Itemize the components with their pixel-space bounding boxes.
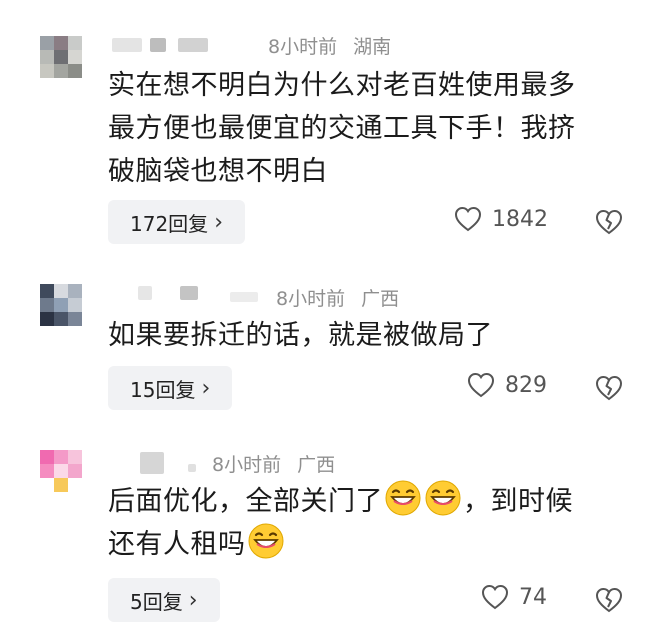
comment-location: 广西 [297,454,336,476]
like-count: 829 [505,372,547,398]
heart-outline-icon [481,584,509,610]
username-blurred[interactable] [140,452,164,474]
like-count: 1842 [492,206,548,232]
comment-text-segment: 还有人租吗 [108,529,246,560]
heart-outline-icon [467,372,495,398]
reply-count-label: 5回复 [130,589,183,614]
username-blurred[interactable] [178,38,208,52]
comment-text-line: 如果要拆迁的话，就是被做局了 [108,320,493,351]
username-blurred[interactable] [150,38,166,52]
reply-count-label: 172回复 [130,211,209,236]
like-button[interactable]: 74 [481,584,547,610]
reply-count-label: 15回复 [130,377,196,402]
broken-heart-icon[interactable] [595,587,623,613]
username-blurred[interactable] [188,464,196,472]
username-blurred[interactable] [230,292,258,302]
broken-heart-icon[interactable] [595,375,623,401]
broken-heart-icon[interactable] [595,209,623,235]
avatar[interactable] [40,450,82,492]
comment-text-segment: 后面优化，全部关门了 [108,486,383,517]
comment-location: 湖南 [353,36,392,58]
like-count: 74 [519,584,547,610]
chevron-right-icon: › [188,587,198,613]
heart-outline-icon [454,206,482,232]
comment-text-line: 破脑袋也想不明白 [108,156,328,187]
grinning-face-emoji [385,480,421,516]
avatar[interactable] [40,284,82,326]
comment-text: 如果要拆迁的话，就是被做局了 [108,314,628,357]
view-replies-button[interactable]: 172回复 › [108,200,245,244]
username-blurred[interactable] [112,38,142,52]
comment-time: 8小时前 [276,288,346,310]
comment-text-line: 后面优化，全部关门了 ，到时候 [108,480,628,523]
comment-text-segment: ，到时候 [463,486,573,517]
comment-meta: 8小时前 湖南 [268,32,391,59]
view-replies-button[interactable]: 15回复 › [108,366,233,410]
comment-location: 广西 [361,288,400,310]
avatar[interactable] [40,36,82,78]
chevron-right-icon: › [201,375,211,401]
comment-meta: 8小时前 广西 [276,284,399,311]
comment-text: 后面优化，全部关门了 ，到时候 还有人租吗 [108,480,628,566]
comment-text-line: 实在想不明白为什么对老百姓使用最多 [108,70,576,101]
grinning-face-emoji [248,523,283,559]
comment-text: 实在想不明白为什么对老百姓使用最多 最方便也最便宜的交通工具下手！我挤 破脑袋也… [108,64,628,193]
username-blurred[interactable] [138,286,152,300]
comment-meta: 8小时前 广西 [212,450,335,477]
comment-text-line: 还有人租吗 [108,523,628,566]
comment-time: 8小时前 [268,36,338,58]
like-button[interactable]: 829 [467,372,547,398]
grinning-face-emoji [425,480,461,516]
comment-text-line: 最方便也最便宜的交通工具下手！我挤 [108,113,576,144]
chevron-right-icon: › [214,209,223,235]
view-replies-button[interactable]: 5回复 › [108,578,220,622]
comment-time: 8小时前 [212,454,282,476]
like-button[interactable]: 1842 [454,206,548,232]
username-blurred[interactable] [180,286,198,300]
